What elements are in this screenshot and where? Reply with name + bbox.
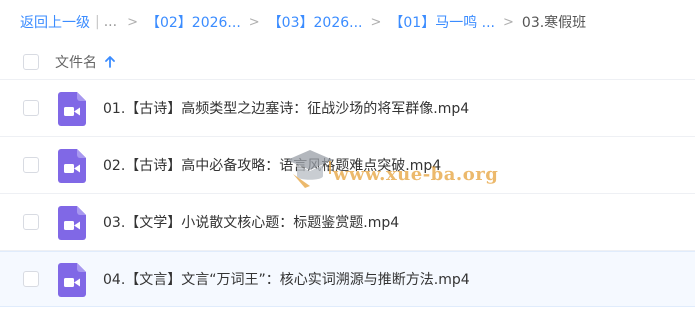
select-all-checkbox[interactable] bbox=[23, 54, 39, 70]
breadcrumb-item[interactable]: 【03】2026... bbox=[268, 12, 363, 32]
breadcrumb-item[interactable]: 【01】马一鸣 ... bbox=[389, 12, 495, 32]
file-name[interactable]: 04.【文言】文言“万词王”：核心实词溯源与推断方法.mp4 bbox=[103, 269, 470, 289]
back-link[interactable]: 返回上一级 bbox=[20, 12, 90, 32]
row-checkbox[interactable] bbox=[23, 214, 39, 230]
filename-column-header[interactable]: 文件名 bbox=[55, 52, 115, 72]
watermark: www.xue-ba.org bbox=[283, 140, 503, 200]
file-row[interactable]: 01.【古诗】高频类型之边塞诗：征战沙场的将军群像.mp4 bbox=[0, 81, 695, 137]
file-list-header: 文件名 bbox=[0, 44, 695, 80]
chevron-right-icon: > bbox=[248, 14, 260, 30]
video-file-icon bbox=[58, 206, 86, 240]
filename-column-label: 文件名 bbox=[55, 55, 97, 71]
chevron-right-icon: > bbox=[370, 14, 382, 30]
graduation-cap-icon bbox=[287, 150, 333, 188]
file-name[interactable]: 01.【古诗】高频类型之边塞诗：征战沙场的将军群像.mp4 bbox=[103, 98, 469, 118]
breadcrumb: 返回上一级 | ... > 【02】2026... > 【03】2026... … bbox=[20, 12, 586, 32]
video-file-icon bbox=[58, 92, 86, 126]
watermark-text: www.xue-ba.org bbox=[333, 164, 499, 185]
file-row[interactable]: 04.【文言】文言“万词王”：核心实词溯源与推断方法.mp4 bbox=[0, 251, 695, 307]
chevron-right-icon: > bbox=[127, 14, 138, 30]
chevron-right-icon: > bbox=[503, 14, 514, 30]
breadcrumb-item[interactable]: 【02】2026... bbox=[146, 12, 241, 32]
breadcrumb-current: 03.寒假班 bbox=[521, 15, 587, 31]
row-checkbox[interactable] bbox=[23, 100, 39, 116]
file-row[interactable]: 03.【文学】小说散文核心题：标题鉴赏题.mp4 bbox=[0, 195, 695, 251]
sort-ascending-icon[interactable] bbox=[105, 56, 115, 68]
video-file-icon bbox=[58, 149, 86, 183]
row-checkbox[interactable] bbox=[23, 271, 39, 287]
file-name[interactable]: 03.【文学】小说散文核心题：标题鉴赏题.mp4 bbox=[103, 212, 399, 232]
breadcrumb-divider: | bbox=[95, 14, 100, 30]
breadcrumb-ellipsis[interactable]: ... bbox=[104, 14, 117, 30]
row-checkbox[interactable] bbox=[23, 157, 39, 173]
video-file-icon bbox=[58, 263, 86, 297]
